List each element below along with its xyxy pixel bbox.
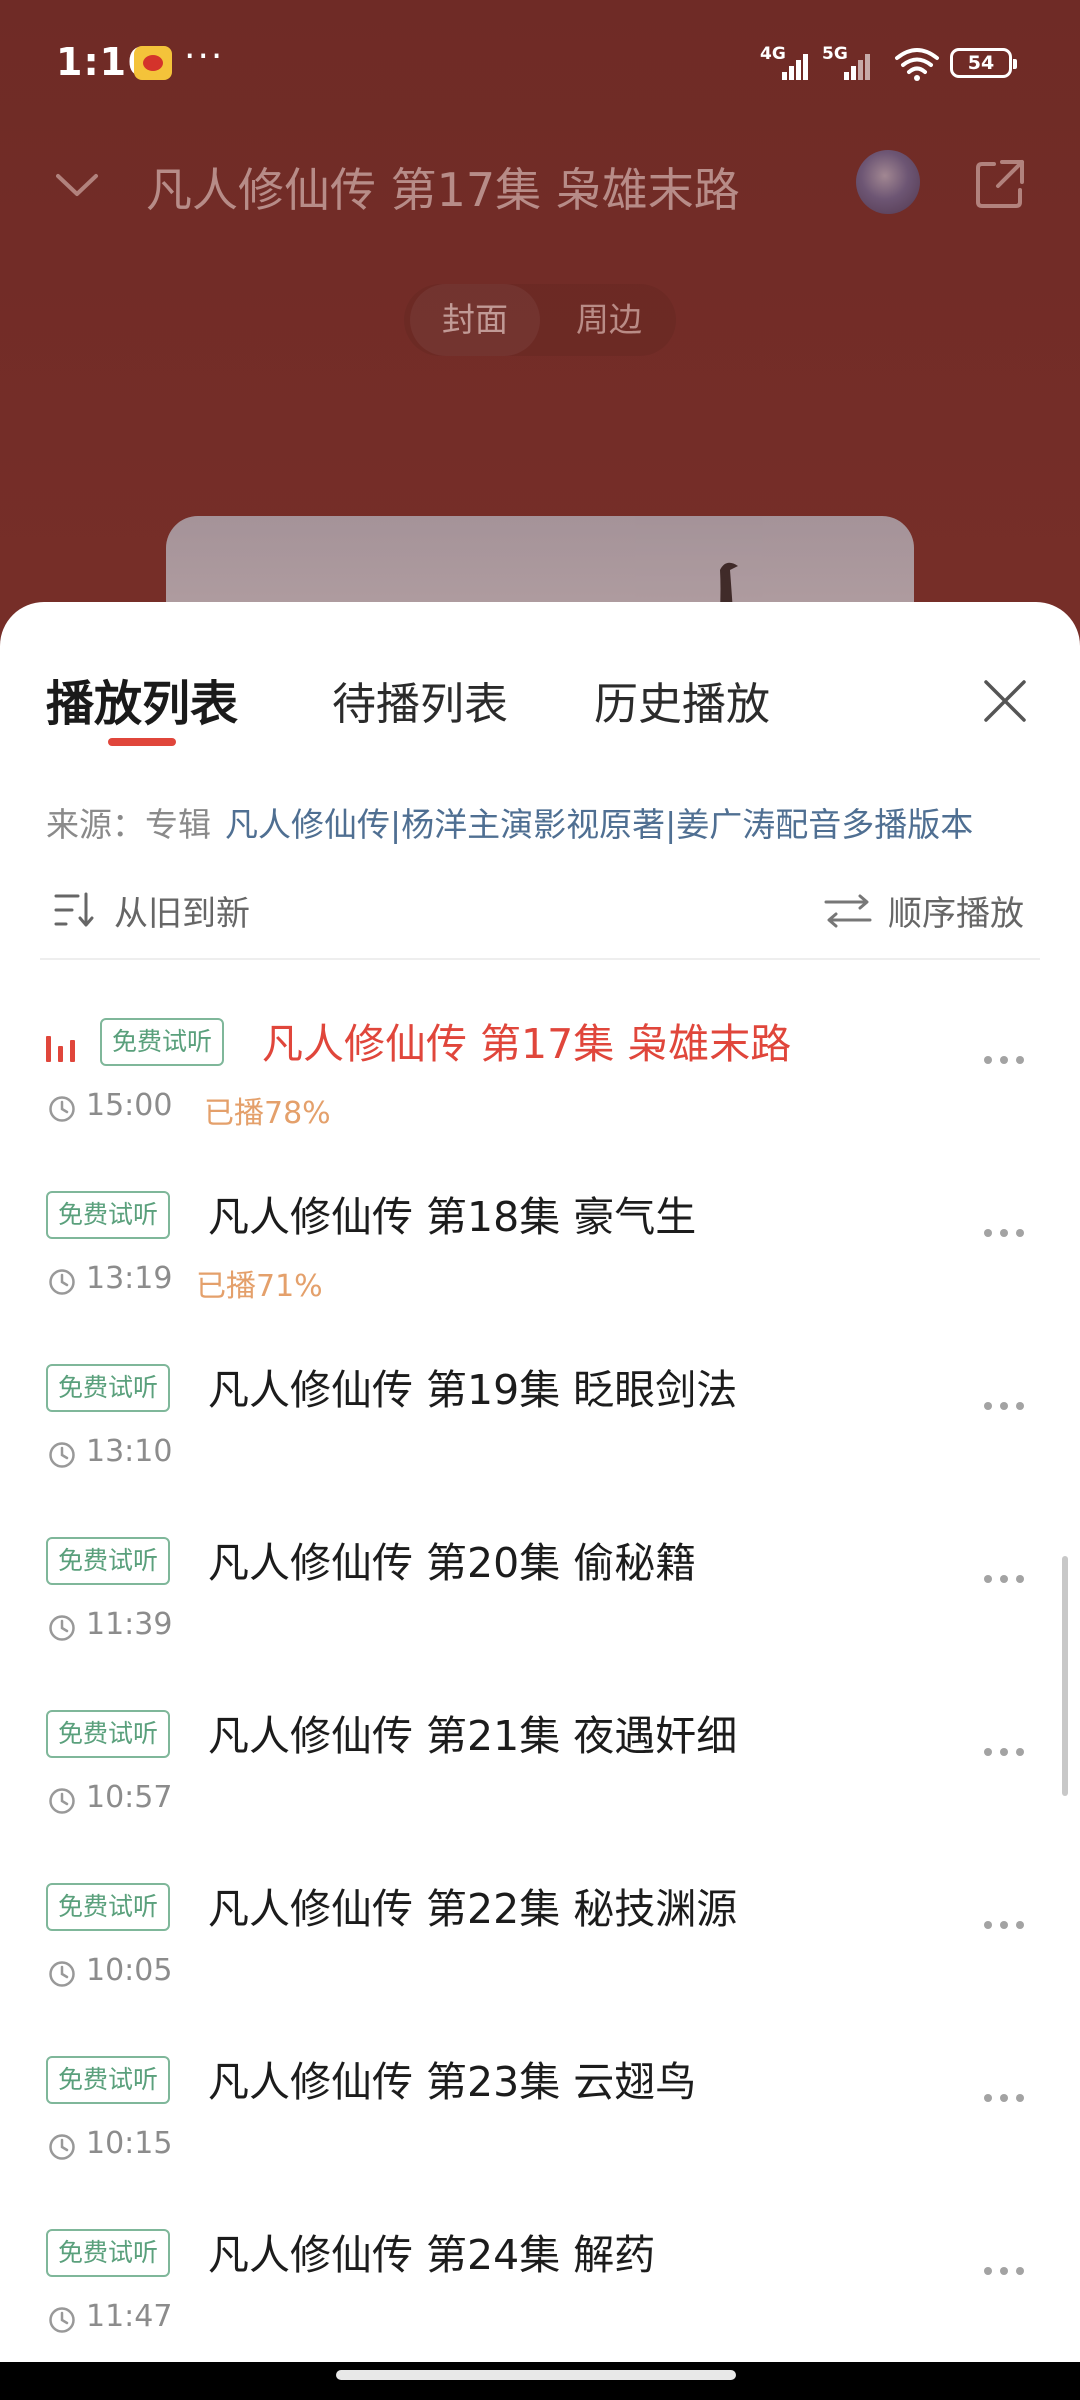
tab-playlist[interactable]: 播放列表 (46, 664, 238, 734)
battery-level: 54 (967, 52, 995, 74)
close-icon[interactable] (980, 676, 1030, 726)
play-order-label[interactable]: 顺序播放 (888, 886, 1024, 935)
more-icon[interactable] (984, 1748, 1026, 1758)
episode-title: 凡人修仙传 第19集 眨眼剑法 (208, 1366, 738, 1414)
share-icon[interactable] (972, 156, 1028, 212)
episode-item[interactable]: 免费试听 凡人修仙传 第20集 偷秘籍 11:39 (0, 1497, 1080, 1670)
sort-row: 从旧到新 顺序播放 (0, 880, 1080, 940)
free-trial-badge: 免费试听 (46, 1191, 171, 1239)
source-row: 来源：专辑 凡人修仙传|杨洋主演影视原著|姜广涛配音多播版本 (46, 798, 1046, 846)
episode-item[interactable]: 免费试听 凡人修仙传 第19集 眨眼剑法 13:10 (0, 1324, 1080, 1497)
episode-progress: 已播71% (196, 1269, 323, 1304)
signal-5g-icon: 5G (822, 44, 882, 80)
album-link[interactable]: 凡人修仙传|杨洋主演影视原著|姜广涛配音多播版本 (225, 805, 973, 844)
clock-icon (49, 2307, 75, 2333)
episode-duration: 11:39 (86, 1607, 173, 1642)
signal-4g-icon: 4G (760, 44, 820, 80)
segment-cover[interactable]: 封面 (410, 284, 540, 356)
player-header: 凡人修仙传 第17集 枭雄末路 (0, 130, 1080, 240)
episode-duration: 10:05 (86, 1953, 173, 1988)
system-nav-bar (0, 2362, 1080, 2400)
episode-item[interactable]: 免费试听 凡人修仙传 第17集 枭雄末路 15:00 已播78% (0, 978, 1080, 1151)
episode-title: 凡人修仙传 第17集 枭雄末路 (262, 1020, 792, 1068)
more-icon[interactable] (984, 2094, 1026, 2104)
episode-progress: 已播78% (204, 1096, 331, 1131)
player-title: 凡人修仙传 第17集 枭雄末路 (146, 163, 740, 217)
free-trial-badge: 免费试听 (46, 1364, 171, 1412)
free-trial-badge: 免费试听 (46, 2056, 171, 2104)
now-playing-icon (46, 1032, 82, 1062)
more-icon[interactable] (984, 1575, 1026, 1585)
free-trial-badge: 免费试听 (46, 2229, 171, 2277)
free-trial-badge: 免费试听 (46, 1710, 171, 1758)
source-label: 来源：专辑 (46, 805, 211, 844)
episode-title: 凡人修仙传 第24集 解药 (208, 2231, 656, 2279)
episode-item[interactable]: 免费试听 凡人修仙传 第21集 夜遇奸细 10:57 (0, 1670, 1080, 1843)
episode-item[interactable]: 免费试听 凡人修仙传 第18集 豪气生 13:19 已播71% (0, 1151, 1080, 1324)
more-icon[interactable] (984, 2267, 1026, 2277)
free-trial-badge: 免费试听 (46, 1883, 171, 1931)
divider (40, 958, 1040, 960)
more-icon[interactable] (984, 1921, 1026, 1931)
sort-label[interactable]: 从旧到新 (114, 886, 250, 935)
wifi-icon (895, 48, 939, 81)
episode-duration: 13:10 (86, 1434, 173, 1469)
episode-duration: 13:19 (86, 1261, 173, 1296)
episode-title: 凡人修仙传 第22集 秘技渊源 (208, 1885, 738, 1933)
episode-duration: 10:15 (86, 2126, 173, 2161)
cover-segment-switch: 封面 周边 (404, 284, 676, 356)
sort-icon[interactable] (52, 890, 96, 930)
tab-history[interactable]: 历史播放 (594, 668, 770, 732)
sequential-play-icon[interactable] (822, 892, 874, 930)
segment-merch[interactable]: 周边 (544, 284, 674, 356)
tab-indicator (108, 738, 176, 746)
episode-item[interactable]: 免费试听 凡人修仙传 第24集 解药 11:47 (0, 2189, 1080, 2362)
free-trial-badge: 免费试听 (46, 1537, 171, 1585)
free-trial-badge: 免费试听 (100, 1018, 225, 1066)
episode-duration: 11:47 (86, 2299, 173, 2334)
tab-queue[interactable]: 待播列表 (332, 668, 508, 732)
more-icon[interactable] (984, 1056, 1026, 1066)
episode-title: 凡人修仙传 第23集 云翅鸟 (208, 2058, 697, 2106)
home-indicator[interactable] (336, 2370, 736, 2380)
clock-icon (49, 1788, 75, 1814)
episode-title: 凡人修仙传 第21集 夜遇奸细 (208, 1712, 738, 1760)
clock-icon (49, 1442, 75, 1468)
scrollbar[interactable] (1062, 1556, 1068, 1796)
playlist-sheet: 播放列表 待播列表 历史播放 来源：专辑 凡人修仙传|杨洋主演影视原著|姜广涛配音… (0, 602, 1080, 2362)
weibo-notification-icon (134, 46, 172, 80)
chevron-down-icon[interactable] (52, 160, 102, 210)
clock-icon (49, 1961, 75, 1987)
clock-icon (49, 1096, 75, 1122)
clock-icon (49, 1269, 75, 1295)
status-bar: 1:16 ··· 4G 5G 54 (0, 0, 1080, 130)
episode-duration: 10:57 (86, 1780, 173, 1815)
clock-icon (49, 1615, 75, 1641)
episode-item[interactable]: 免费试听 凡人修仙传 第23集 云翅鸟 10:15 (0, 2016, 1080, 2189)
clock-icon (49, 2134, 75, 2160)
battery-icon: 54 (950, 48, 1017, 78)
episode-title: 凡人修仙传 第18集 豪气生 (208, 1193, 697, 1241)
more-icon[interactable] (984, 1402, 1026, 1412)
more-notifications-icon: ··· (184, 36, 225, 77)
avatar[interactable] (856, 150, 920, 214)
episode-list: 免费试听 凡人修仙传 第17集 枭雄末路 15:00 已播78% 免费试听 凡人… (0, 978, 1080, 2362)
more-icon[interactable] (984, 1229, 1026, 1239)
episode-title: 凡人修仙传 第20集 偷秘籍 (208, 1539, 697, 1587)
episode-item[interactable]: 免费试听 凡人修仙传 第22集 秘技渊源 10:05 (0, 1843, 1080, 2016)
episode-duration: 15:00 (86, 1088, 173, 1123)
